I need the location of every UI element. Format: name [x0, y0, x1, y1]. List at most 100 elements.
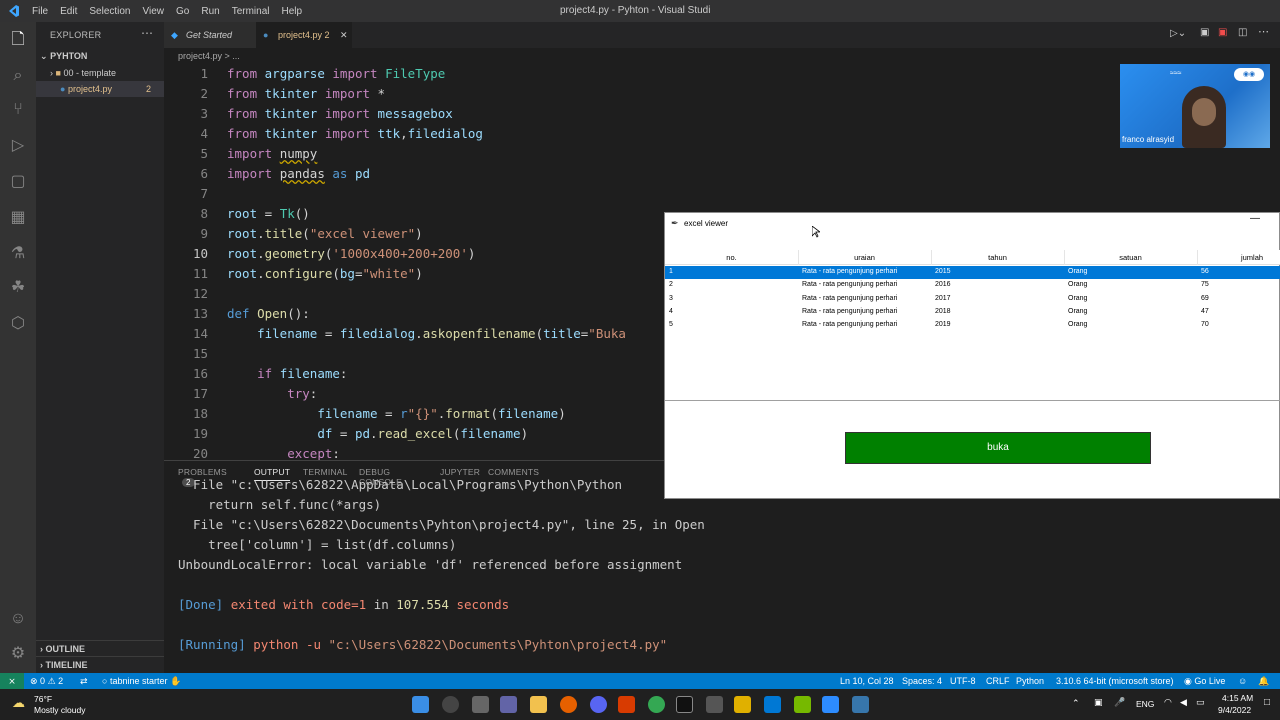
extensions-icon[interactable]: ▦: [8, 208, 28, 228]
table-row[interactable]: 2 Rata - rata pengunjung perhari 2016 Orang…: [665, 279, 1280, 292]
code-line[interactable]: root = Tk(): [227, 206, 310, 221]
column-header-satuan[interactable]: satuan: [1064, 253, 1197, 262]
code-line[interactable]: from tkinter import messagebox: [227, 106, 453, 121]
breadcrumb[interactable]: project4.py > ...: [164, 48, 664, 64]
code-line[interactable]: import numpy: [227, 146, 317, 161]
code-line[interactable]: root.geometry('1000x400+200+200'): [227, 246, 475, 261]
run-python-icon[interactable]: ▷⌄: [1170, 28, 1186, 39]
code-line[interactable]: filename = filedialog.askopenfilename(ti…: [227, 326, 626, 341]
weather-temp[interactable]: 76°F: [34, 694, 52, 704]
code-line[interactable]: df = pd.read_excel(filename): [227, 426, 528, 441]
code-line[interactable]: if filename:: [227, 366, 347, 381]
battery-icon[interactable]: ▭: [1196, 697, 1205, 708]
code-line[interactable]: except:: [227, 446, 340, 461]
menu-help[interactable]: Help: [276, 6, 309, 17]
clock-time[interactable]: 4:15 AM: [1222, 693, 1253, 703]
tray-chevron-icon[interactable]: ⌃: [1072, 698, 1080, 709]
table-row[interactable]: 1 Rata - rata pengunjung perhari 2015 Orang…: [665, 266, 1280, 279]
feedback-icon[interactable]: ☺: [1238, 673, 1247, 689]
table-row[interactable]: 5 Rata - rata pengunjung perhari 2019 Orang…: [665, 319, 1280, 332]
code-line[interactable]: import pandas as pd: [227, 166, 370, 181]
search-icon[interactable]: ⌕: [8, 66, 28, 86]
run-debug-icon[interactable]: ▷: [8, 136, 28, 156]
code-line[interactable]: root.configure(bg="white"): [227, 266, 423, 281]
task-view-icon[interactable]: [472, 696, 489, 713]
go-live-icon[interactable]: ▣: [1218, 27, 1227, 38]
tab-comments[interactable]: COMMENTS: [488, 467, 539, 477]
settings-gear-icon[interactable]: ⚙: [8, 644, 28, 664]
table-row[interactable]: 4 Rata - rata pengunjung perhari 2018 Orang…: [665, 306, 1280, 319]
code-line[interactable]: from argparse import FileType: [227, 66, 445, 81]
menu-view[interactable]: View: [137, 6, 171, 17]
tab-get-started[interactable]: ◆ Get Started: [164, 22, 256, 48]
menu-file[interactable]: File: [26, 6, 54, 17]
workspace-root[interactable]: ⌄ PYHTON: [36, 48, 164, 64]
account-icon[interactable]: ☺: [8, 609, 28, 629]
discord-icon[interactable]: [590, 696, 607, 713]
notifications-icon[interactable]: 🔔: [1258, 673, 1269, 689]
notification-center-icon[interactable]: □: [1264, 697, 1270, 708]
menu-run[interactable]: Run: [195, 6, 225, 17]
tree-item-file[interactable]: ● project4.py 2: [36, 81, 164, 97]
remote-indicator-icon[interactable]: ⨯: [0, 673, 24, 689]
buka-button[interactable]: buka: [845, 432, 1151, 464]
tab-project4[interactable]: ● project4.py 2 ✕: [256, 22, 352, 48]
docker-icon[interactable]: ⬡: [8, 314, 28, 334]
vscode-taskbar-icon[interactable]: [764, 696, 781, 713]
cursor-position[interactable]: Ln 10, Col 28: [840, 673, 894, 689]
firefox-icon[interactable]: [560, 696, 577, 713]
open-preview-icon[interactable]: ▣: [1200, 27, 1209, 38]
column-header-uraian[interactable]: uraian: [798, 253, 931, 262]
minimize-button[interactable]: —: [1250, 213, 1260, 224]
table-row[interactable]: 3 Rata - rata pengunjung perhari 2017 Orang…: [665, 293, 1280, 306]
split-editor-icon[interactable]: ◫: [1238, 27, 1247, 38]
tray-app-icon[interactable]: ▣: [1094, 697, 1103, 708]
tab-terminal[interactable]: TERMINAL: [303, 467, 348, 477]
menu-terminal[interactable]: Terminal: [226, 6, 276, 17]
app-icon[interactable]: [734, 696, 751, 713]
code-editor[interactable]: 1 from argparse import FileType 2 from tkin…: [164, 64, 664, 461]
python-interpreter[interactable]: 3.10.6 64-bit (microsoft store): [1056, 673, 1174, 689]
tabnine-status[interactable]: ○ tabnine starter ✋: [102, 673, 181, 689]
code-line[interactable]: filename = r"{}".format(filename): [227, 406, 565, 421]
code-line[interactable]: try:: [227, 386, 317, 401]
remote-explorer-icon[interactable]: ▢: [8, 172, 28, 192]
weather-desc[interactable]: Mostly cloudy: [34, 705, 86, 715]
search-icon[interactable]: [442, 696, 459, 713]
input-language[interactable]: ENG: [1136, 699, 1154, 709]
menu-edit[interactable]: Edit: [54, 6, 83, 17]
indentation[interactable]: Spaces: 4: [902, 673, 942, 689]
code-line[interactable]: from tkinter import ttk,filedialog: [227, 126, 483, 141]
code-line[interactable]: from tkinter import *: [227, 86, 385, 101]
line-endings[interactable]: CRLF: [986, 673, 1010, 689]
code-line[interactable]: def Open():: [227, 306, 310, 321]
menu-go[interactable]: Go: [170, 6, 195, 17]
source-control-icon[interactable]: ⑂: [8, 100, 28, 120]
office-icon[interactable]: [618, 696, 635, 713]
outline-section[interactable]: › OUTLINE: [36, 640, 164, 656]
explorer-icon[interactable]: 🗋: [8, 30, 28, 50]
menu-selection[interactable]: Selection: [83, 6, 136, 17]
encoding[interactable]: UTF-8: [950, 673, 976, 689]
column-header-no[interactable]: no.: [665, 253, 798, 262]
start-icon[interactable]: [412, 696, 429, 713]
volume-icon[interactable]: ◀: [1180, 697, 1187, 708]
timeline-section[interactable]: › TIMELINE: [36, 656, 164, 672]
column-header-tahun[interactable]: tahun: [931, 253, 1064, 262]
testing-icon[interactable]: ⚗: [8, 244, 28, 264]
problems-status[interactable]: ⊗ 0 ⚠ 2: [30, 673, 63, 689]
close-icon[interactable]: ✕: [340, 22, 348, 48]
capcut-icon[interactable]: [676, 696, 693, 713]
excel-viewer-window[interactable]: ✒ excel viewer — no. uraian tahun satuan…: [664, 212, 1280, 499]
tree-item-folder[interactable]: › ■ 00 - template: [36, 65, 164, 81]
column-header-jumlah[interactable]: jumlah: [1197, 253, 1280, 262]
nvidia-icon[interactable]: [794, 696, 811, 713]
zoom-icon[interactable]: [822, 696, 839, 713]
wifi-icon[interactable]: ◠: [1164, 697, 1172, 708]
tab-jupyter[interactable]: JUPYTER: [440, 467, 480, 477]
more-actions-icon[interactable]: ⋯: [1258, 25, 1269, 38]
clock-date[interactable]: 9/4/2022: [1218, 705, 1251, 715]
language-mode[interactable]: Python: [1016, 673, 1044, 689]
teams-icon[interactable]: [500, 696, 517, 713]
code-line[interactable]: root.title("excel viewer"): [227, 226, 423, 241]
